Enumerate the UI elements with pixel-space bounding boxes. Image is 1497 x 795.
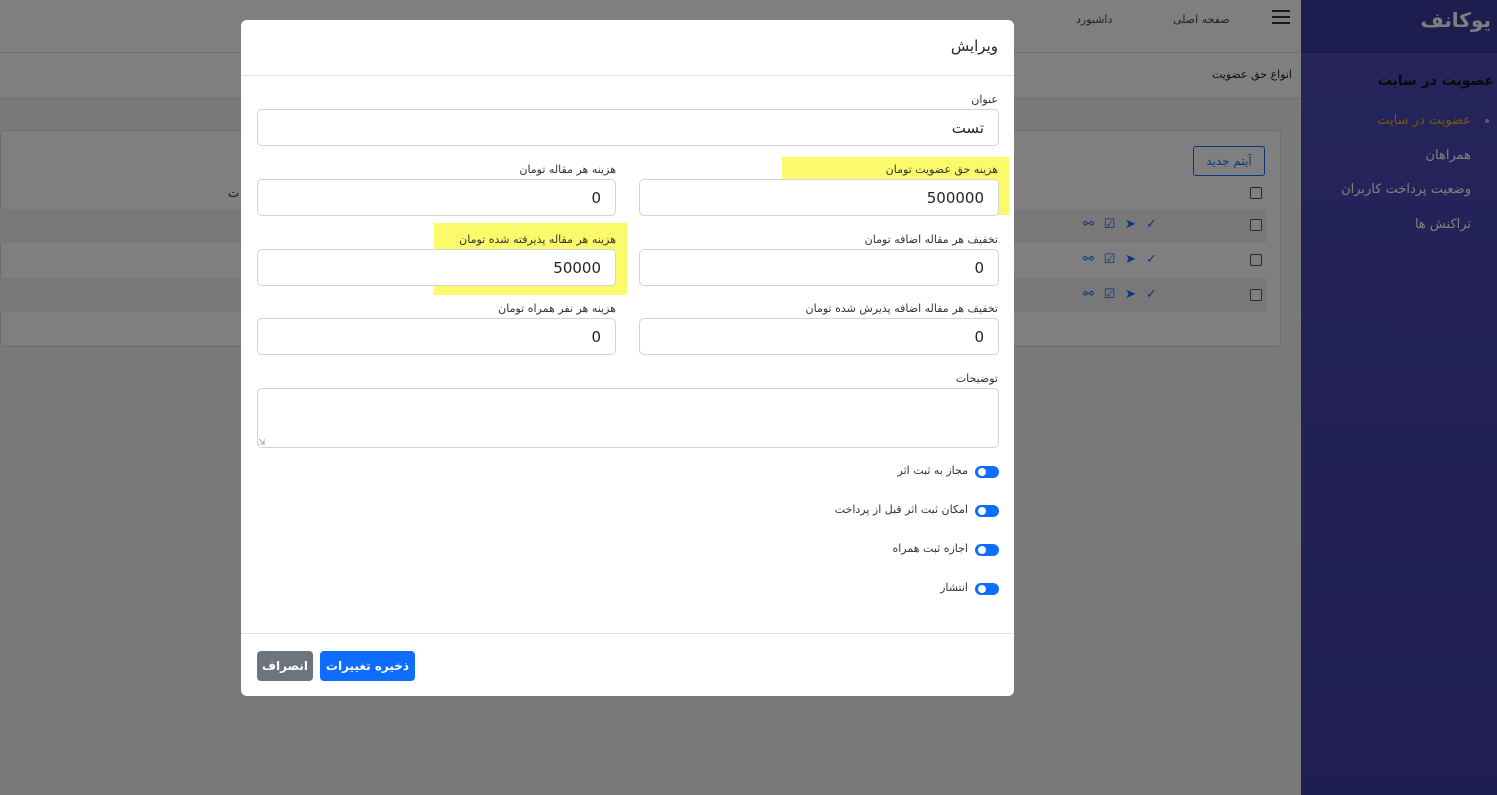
- publish-label: انتشار: [940, 581, 968, 594]
- article-fee-input[interactable]: [257, 179, 616, 216]
- allow-submission-label: مجاز به ثبت اثر: [897, 464, 968, 477]
- submit-before-payment-label: امکان ثبت اثر قبل از پرداخت: [834, 503, 968, 516]
- submit-before-payment-toggle[interactable]: [975, 505, 999, 517]
- description-textarea[interactable]: [257, 388, 999, 448]
- extra-article-discount-label: تخفیف هر مقاله اضافه تومان: [864, 233, 998, 246]
- allow-companion-toggle[interactable]: [975, 544, 999, 556]
- membership-fee-input[interactable]: [639, 179, 999, 216]
- edit-modal: ویرایش عنوان هزینه حق عضویت تومان هزینه …: [241, 20, 1014, 696]
- save-changes-button[interactable]: ذخیره تغییرات: [320, 651, 415, 681]
- membership-fee-label: هزینه حق عضویت تومان: [885, 163, 998, 176]
- cancel-button[interactable]: انصراف: [257, 651, 313, 681]
- allow-companion-label: اجازه ثبت همراه: [892, 542, 968, 555]
- resize-grip-icon[interactable]: ⇲: [258, 438, 266, 448]
- modal-title: ویرایش: [950, 37, 998, 55]
- extra-accepted-discount-label: تخفیف هر مقاله اضافه پذیرش شده تومان: [805, 302, 998, 315]
- publish-toggle[interactable]: [975, 583, 999, 595]
- extra-accepted-discount-input[interactable]: [639, 318, 999, 355]
- title-label: عنوان: [971, 93, 998, 106]
- companion-fee-input[interactable]: [257, 318, 616, 355]
- companion-fee-label: هزینه هر نفر همراه تومان: [498, 302, 616, 315]
- title-input[interactable]: [257, 109, 999, 146]
- modal-header: ویرایش: [241, 20, 1014, 76]
- accepted-article-fee-label: هزینه هر مقاله پذیرفته شده تومان: [459, 233, 616, 246]
- extra-article-discount-input[interactable]: [639, 249, 999, 286]
- accepted-article-fee-input[interactable]: [257, 249, 616, 286]
- allow-submission-toggle[interactable]: [975, 466, 999, 478]
- article-fee-label: هزینه هر مقاله تومان: [519, 163, 616, 176]
- description-label: توضیحات: [955, 372, 998, 385]
